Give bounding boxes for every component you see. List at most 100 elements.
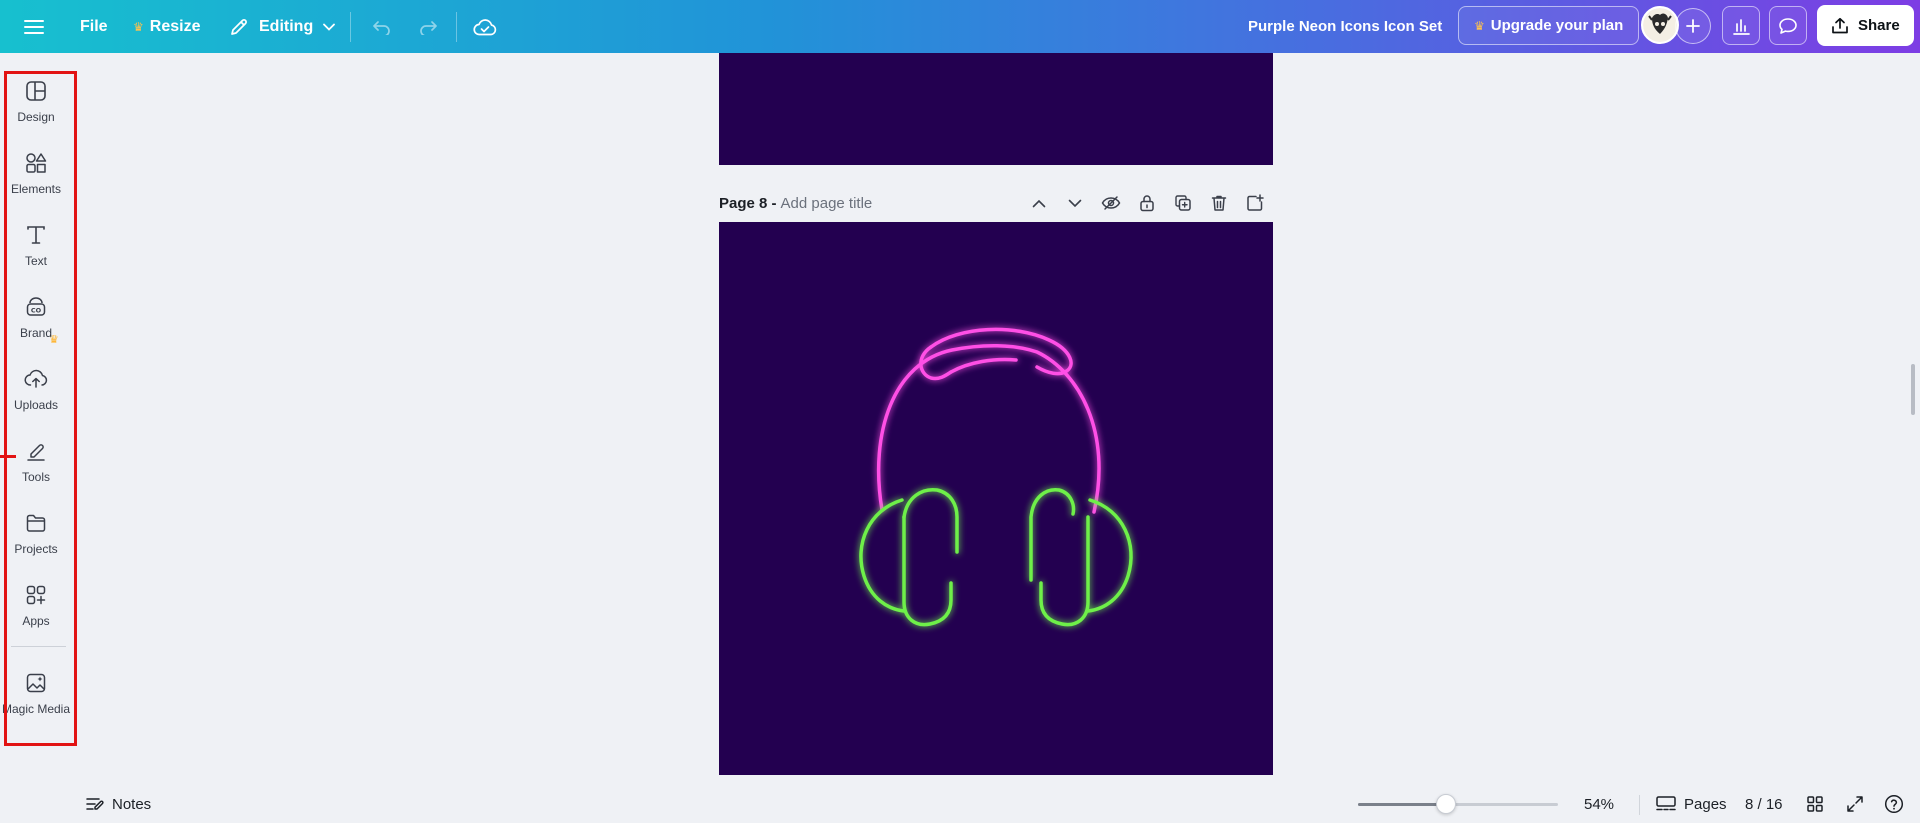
sidebar-item-design[interactable]: Design	[0, 73, 72, 133]
fullscreen-icon	[1846, 795, 1864, 813]
sidebar-item-magic-media[interactable]: Magic Media	[0, 665, 72, 725]
undo-icon	[372, 19, 392, 35]
share-upload-icon	[1831, 17, 1849, 35]
help-button[interactable]	[1884, 785, 1904, 823]
move-page-down-button[interactable]	[1057, 188, 1093, 218]
pages-label: Pages	[1684, 795, 1727, 813]
top-toolbar: File ♛ Resize Editing Purple Neon Icons …	[0, 0, 1920, 53]
redo-button[interactable]	[416, 0, 440, 53]
add-page-button[interactable]	[1237, 188, 1273, 218]
chevron-down-icon	[1057, 188, 1093, 218]
zoom-slider-handle[interactable]	[1436, 794, 1456, 814]
brand-icon: CO	[25, 293, 47, 321]
svg-text:CO: CO	[31, 307, 42, 315]
grid-icon	[1806, 795, 1824, 813]
bottom-divider	[1639, 795, 1640, 815]
pages-icon	[1656, 796, 1676, 812]
cloud-check-icon	[473, 18, 497, 36]
chevron-down-icon	[323, 23, 336, 31]
sidebar-item-apps[interactable]: Apps	[0, 577, 72, 637]
zoom-slider[interactable]	[1358, 794, 1558, 814]
crown-icon: ♛	[1474, 18, 1485, 33]
add-page-icon	[1237, 188, 1273, 218]
page-actions	[1021, 188, 1273, 218]
resize-button[interactable]: ♛ Resize	[133, 0, 200, 53]
uploads-icon	[24, 365, 48, 393]
sidebar-item-label: Apps	[22, 614, 50, 628]
hide-page-button[interactable]	[1093, 188, 1129, 218]
editing-mode-dropdown[interactable]: Editing	[229, 0, 336, 53]
sidebar-item-label: Text	[24, 254, 47, 268]
notes-button[interactable]: Notes	[86, 785, 151, 823]
sidebar-item-label: Tools	[21, 470, 50, 484]
redo-icon	[418, 19, 438, 35]
insights-button[interactable]	[1722, 6, 1760, 45]
sidebar-item-text[interactable]: Text	[0, 217, 72, 277]
sidebar-item-label: Design	[17, 110, 55, 124]
upgrade-plan-button[interactable]: ♛ Upgrade your plan	[1458, 6, 1640, 45]
sidebar-item-tools[interactable]: Tools	[0, 433, 72, 493]
sidebar-item-projects[interactable]: Projects	[0, 505, 72, 565]
file-menu[interactable]: File	[80, 0, 108, 53]
sidebar-item-label: Uploads	[13, 398, 59, 412]
undo-button[interactable]	[370, 0, 394, 53]
lock-icon	[1129, 188, 1165, 218]
bottom-toolbar: Notes 54% Pages 8 / 16	[0, 785, 1920, 823]
comment-icon	[1778, 17, 1798, 35]
sidebar-item-label: Magic Media	[1, 702, 71, 716]
toolbar-divider	[456, 12, 457, 42]
zoom-level[interactable]: 54%	[1584, 785, 1614, 823]
resize-label: Resize	[149, 17, 201, 35]
bar-chart-icon	[1732, 17, 1750, 35]
duplicate-icon	[1165, 188, 1201, 218]
canvas-scrollbar[interactable]	[1911, 364, 1915, 415]
page-header: Page 8 - Add page title	[719, 188, 1273, 218]
lock-page-button[interactable]	[1129, 188, 1165, 218]
plus-icon	[1686, 19, 1700, 33]
magic-media-icon	[25, 669, 47, 697]
tools-icon	[25, 437, 47, 465]
delete-page-button[interactable]	[1201, 188, 1237, 218]
sidebar-item-label: Elements	[10, 182, 62, 196]
page-number-label: Page 8 -	[719, 194, 777, 212]
share-label: Share	[1858, 17, 1900, 34]
page-8-canvas[interactable]	[719, 222, 1273, 775]
document-title[interactable]: Purple Neon Icons Icon Set	[1248, 0, 1442, 53]
save-status-button[interactable]	[472, 0, 498, 53]
comments-button[interactable]	[1769, 6, 1807, 45]
sidebar-item-brand[interactable]: CO Brand	[0, 289, 72, 349]
crown-icon: ♛	[133, 19, 144, 34]
elements-icon	[25, 149, 47, 177]
fullscreen-button[interactable]	[1846, 785, 1864, 823]
trash-icon	[1201, 188, 1237, 218]
menu-button[interactable]	[24, 0, 44, 53]
sidebar-item-label: Projects	[14, 542, 58, 556]
hamburger-icon	[24, 19, 44, 35]
avatar[interactable]	[1641, 6, 1679, 44]
sidebar-item-label: Brand	[19, 326, 53, 340]
eye-off-icon	[1093, 188, 1129, 218]
chevron-up-icon	[1021, 188, 1057, 218]
editing-label: Editing	[259, 17, 314, 35]
notes-label: Notes	[112, 795, 152, 813]
grid-view-button[interactable]	[1806, 785, 1824, 823]
move-page-up-button[interactable]	[1021, 188, 1057, 218]
apps-icon	[25, 581, 47, 609]
zoom-slider-fill	[1358, 803, 1446, 806]
upgrade-label: Upgrade your plan	[1490, 17, 1624, 34]
notes-icon	[86, 796, 104, 812]
add-collaborator-button[interactable]	[1675, 8, 1711, 44]
sidebar-item-uploads[interactable]: Uploads	[0, 361, 72, 421]
share-button[interactable]: Share	[1817, 5, 1914, 46]
previous-page-canvas[interactable]	[719, 53, 1273, 165]
page-counter[interactable]: 8 / 16	[1745, 785, 1783, 823]
duplicate-page-button[interactable]	[1165, 188, 1201, 218]
pages-button[interactable]: Pages	[1656, 785, 1727, 823]
projects-icon	[25, 509, 47, 537]
help-icon	[1884, 794, 1904, 814]
pencil-icon	[229, 17, 249, 37]
neon-headphones-icon[interactable]	[719, 222, 1273, 775]
sidebar-item-elements[interactable]: Elements	[0, 145, 72, 205]
design-icon	[25, 77, 47, 105]
page-title-input[interactable]: Add page title	[781, 195, 873, 212]
